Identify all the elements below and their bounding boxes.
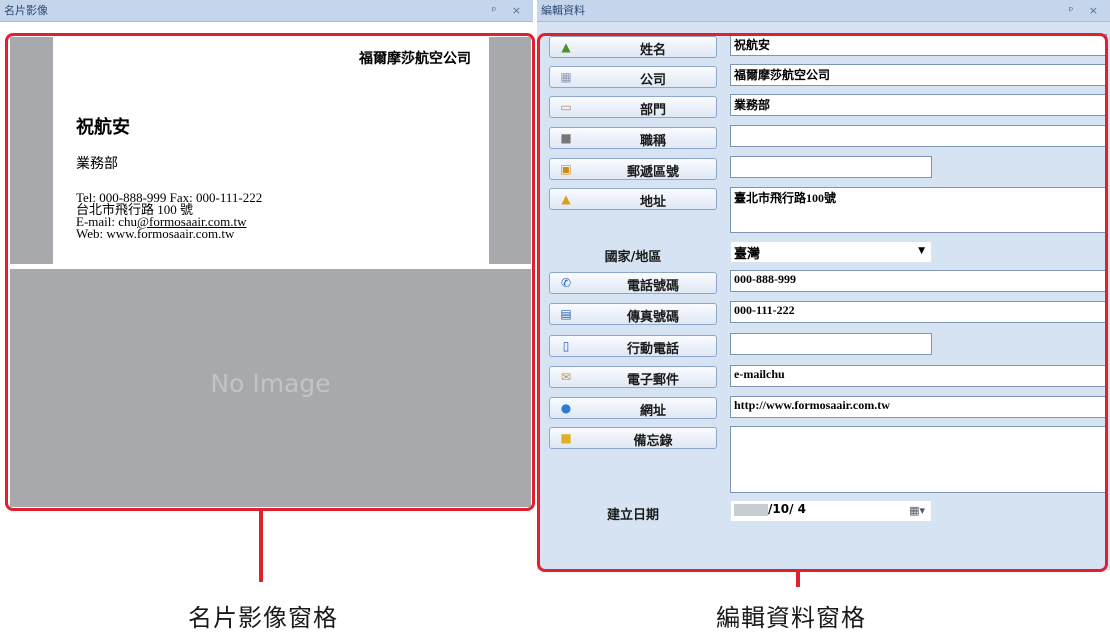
phone-button[interactable]: ✆ 電話號碼: [549, 272, 717, 294]
country-value: 臺灣: [734, 247, 761, 262]
no-image-placeholder: No Image: [210, 369, 331, 398]
url-button[interactable]: ● 網址: [549, 397, 717, 419]
memo-button[interactable]: ■ 備忘錄: [549, 427, 717, 449]
name-label: 姓名: [639, 43, 666, 58]
edit-data-pane-caption: 編輯資料窗格: [716, 604, 866, 632]
fax-button[interactable]: ▤ 傳真號碼: [549, 303, 717, 325]
phone-label: 電話號碼: [626, 279, 679, 294]
memo-label: 備忘錄: [633, 434, 673, 449]
postcode-button[interactable]: ▣ 郵遞區號: [549, 158, 717, 180]
country-label: 國家/地區: [604, 250, 662, 265]
company-label: 公司: [639, 73, 666, 88]
created-date-year-redacted: [734, 503, 768, 516]
pane-pin-close-buttons[interactable]: ᵖ ×: [492, 0, 527, 22]
mobile-label: 行動電話: [626, 342, 679, 357]
url-field[interactable]: http://www.formosaair.com.tw: [730, 396, 1107, 418]
department-label: 部門: [639, 103, 666, 118]
name-button[interactable]: ▲ 姓名: [549, 36, 717, 58]
edit-data-pane: 編輯資料 ᵖ × ▲ 姓名 祝航安 ▦ 公司 福爾摩莎航空公司 ▭ 部門 業務部…: [537, 0, 1110, 570]
fax-label: 傳真號碼: [626, 310, 679, 325]
email-label: 電子郵件: [626, 373, 679, 388]
mobile-icon: ▯: [562, 339, 570, 353]
card-department: 業務部: [76, 157, 118, 172]
card-name: 祝航安: [76, 117, 130, 137]
company-button[interactable]: ▦ 公司: [549, 66, 717, 88]
memo-icon: ■: [560, 431, 572, 445]
globe-icon: ●: [560, 401, 572, 415]
department-button[interactable]: ▭ 部門: [549, 96, 717, 118]
fax-icon: ▤: [560, 307, 572, 321]
calendar-dropdown-icon[interactable]: ▦▾: [909, 504, 925, 517]
phone-icon: ✆: [560, 276, 572, 290]
card-image-pane-title: 名片影像: [4, 4, 48, 17]
card-web: Web: www.formosaair.com.tw: [76, 226, 235, 241]
department-field[interactable]: 業務部: [730, 94, 1107, 116]
badge-icon: ■: [560, 131, 572, 145]
card-company: 福爾摩莎航空公司: [359, 52, 471, 67]
building-icon: ▦: [560, 70, 572, 84]
title-label: 職稱: [639, 134, 666, 149]
card-paper: 福爾摩莎航空公司 祝航安 業務部 Tel: 000-888-999 Fax: 0…: [53, 37, 489, 264]
title-button[interactable]: ■ 職稱: [549, 127, 717, 149]
postcode-icon: ▣: [560, 162, 572, 176]
address-label: 地址: [639, 195, 666, 210]
created-date-value: /10/ 4: [768, 502, 806, 516]
home-icon: ▲: [561, 192, 571, 206]
edit-data-pane-title: 編輯資料: [541, 4, 585, 17]
address-button[interactable]: ▲ 地址: [549, 188, 717, 210]
created-date-label: 建立日期: [606, 508, 659, 523]
memo-field[interactable]: [730, 426, 1107, 493]
card-image-pane: 名片影像 ᵖ × 福爾摩莎航空公司 祝航安 業務部 Tel: 000-888-9…: [0, 0, 533, 515]
person-icon: ▲: [561, 40, 571, 54]
address-field[interactable]: 臺北市飛行路100號: [730, 187, 1107, 233]
postcode-label: 郵遞區號: [626, 165, 679, 180]
email-field[interactable]: e-mailchu: [730, 365, 1107, 387]
url-label: 網址: [639, 404, 666, 419]
door-icon: ▭: [560, 100, 572, 114]
pane-pin-close-buttons[interactable]: ᵖ ×: [1069, 0, 1104, 22]
fax-field[interactable]: 000-111-222: [730, 301, 1107, 323]
edit-data-pane-pointer: [796, 572, 800, 587]
company-field[interactable]: 福爾摩莎航空公司: [730, 64, 1107, 86]
email-button[interactable]: ✉ 電子郵件: [549, 366, 717, 388]
created-date-picker[interactable]: /10/ 4 ▦▾: [730, 500, 932, 522]
edit-data-pane-header: 編輯資料 ᵖ ×: [537, 0, 1110, 22]
country-select[interactable]: 臺灣 ▼: [730, 241, 932, 263]
card-image-pane-pointer: [259, 511, 263, 582]
card-image-pane-header: 名片影像 ᵖ ×: [0, 0, 533, 22]
postcode-field[interactable]: [730, 156, 932, 178]
mobile-button[interactable]: ▯ 行動電話: [549, 335, 717, 357]
name-field[interactable]: 祝航安: [730, 34, 1107, 56]
phone-field[interactable]: 000-888-999: [730, 270, 1107, 292]
mobile-field[interactable]: [730, 333, 932, 355]
card-image-pane-caption: 名片影像窗格: [188, 604, 338, 632]
chevron-down-icon: ▼: [918, 246, 925, 256]
card-back-image: No Image: [10, 269, 531, 507]
mail-icon: ✉: [560, 370, 572, 384]
card-front-image: 福爾摩莎航空公司 祝航安 業務部 Tel: 000-888-999 Fax: 0…: [10, 37, 531, 264]
job-title-field[interactable]: [730, 125, 1107, 147]
